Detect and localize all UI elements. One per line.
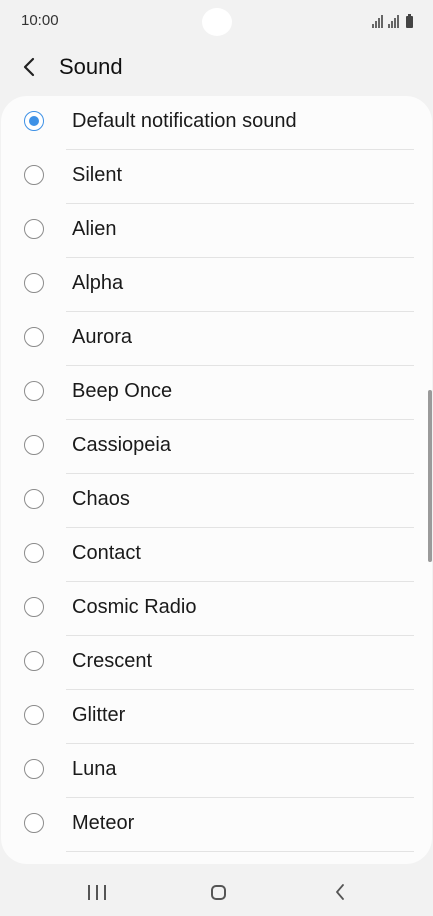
sound-option[interactable]: Meteor [1,798,432,852]
sound-option[interactable]: Alpha [1,258,432,312]
home-button[interactable] [198,879,238,905]
sound-option-label: Chaos [72,488,130,510]
sound-list: Default notification sound Silent Alien Alp… [1,96,432,864]
status-icons [372,12,413,28]
sound-option[interactable]: Alien [1,204,432,258]
radio-button[interactable] [24,273,44,293]
app-header: Sound [0,44,433,90]
sound-picker-screen: 10:00 Sound Default notification sound S… [0,0,433,916]
sound-option[interactable]: Crescent [1,636,432,690]
sound-option-label: Alien [72,218,117,240]
sound-option[interactable]: Cosmic Radio [1,582,432,636]
status-time: 10:00 [21,12,59,29]
home-icon [210,884,226,900]
sound-option[interactable]: Glitter [1,690,432,744]
signal-icon [372,15,385,28]
nav-back-icon [336,884,344,900]
radio-button[interactable] [24,489,44,509]
battery-icon [406,14,413,28]
sound-option-label: Beep Once [72,380,173,402]
sound-option-label: Glitter [72,704,126,726]
camera-cutout [202,8,232,36]
radio-button[interactable] [24,219,44,239]
radio-button[interactable] [24,597,44,617]
sound-option-label: Contact [72,542,141,564]
scrollbar[interactable] [428,390,432,562]
sound-option[interactable]: Beep Once [1,366,432,420]
sound-option-label: Alpha [72,272,124,294]
sound-option[interactable]: Luna [1,744,432,798]
sound-option-label: Aurora [72,326,133,348]
status-bar: 10:00 [0,0,433,44]
sound-option-label: Cosmic Radio [72,596,197,618]
sound-option[interactable]: Default notification sound [1,96,432,150]
radio-button[interactable] [24,705,44,725]
sound-option[interactable]: Aurora [1,312,432,366]
radio-button[interactable] [24,759,44,779]
back-button[interactable] [14,52,44,82]
recents-icon [85,884,109,900]
sound-option-label: Default notification sound [72,110,297,132]
radio-button[interactable] [24,327,44,347]
radio-button[interactable] [24,435,44,455]
radio-button[interactable] [24,165,44,185]
nav-back-button[interactable] [320,879,360,905]
sound-option[interactable]: Contact [1,528,432,582]
radio-button[interactable] [24,381,44,401]
radio-button[interactable] [24,111,44,131]
radio-button[interactable] [24,543,44,563]
navigation-bar [0,866,433,916]
sound-option-label: Silent [72,164,123,186]
sound-option-label: Cassiopeia [72,434,171,456]
sound-option[interactable]: Cassiopeia [1,420,432,474]
sound-option-label: Luna [72,758,117,780]
sound-option-label: Meteor [72,812,135,834]
sound-option[interactable]: Silent [1,150,432,204]
page-title: Sound [59,54,123,79]
recents-button[interactable] [77,879,117,905]
signal-icon [388,15,401,28]
sound-option[interactable]: Chaos [1,474,432,528]
chevron-left-icon [23,57,35,77]
radio-button[interactable] [24,651,44,671]
radio-button[interactable] [24,813,44,833]
sound-option-label: Crescent [72,650,153,672]
sound-option-partial[interactable] [1,852,432,864]
